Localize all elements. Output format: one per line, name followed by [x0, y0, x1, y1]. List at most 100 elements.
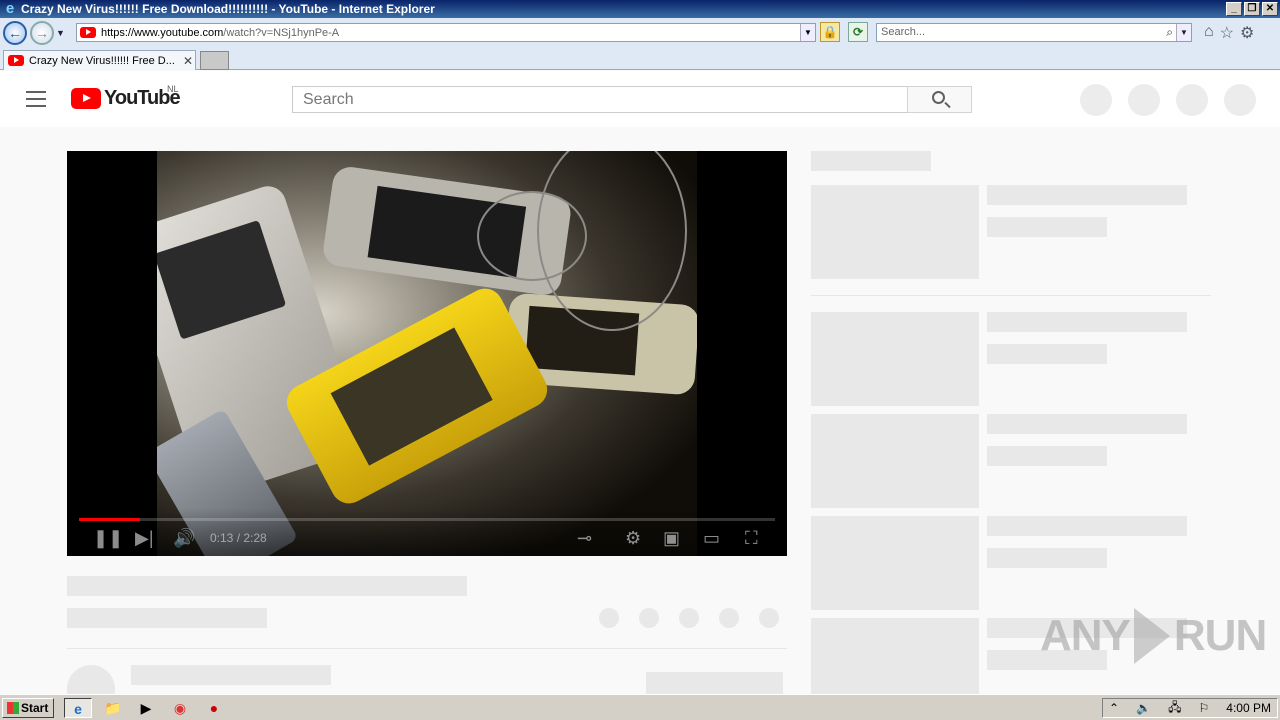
search-icon [932, 91, 945, 104]
start-button[interactable]: Start [2, 698, 54, 718]
action-placeholder [599, 608, 619, 628]
tab-close-icon[interactable]: ✕ [181, 54, 195, 68]
url-host: https://www.youtube.com [101, 26, 224, 39]
history-dropdown-icon[interactable]: ▼ [56, 28, 68, 38]
youtube-search-input[interactable]: Search [292, 86, 908, 113]
youtube-favicon-icon [8, 55, 24, 66]
action-placeholder [719, 608, 739, 628]
masthead-placeholder-button[interactable] [1176, 84, 1208, 116]
youtube-search-button[interactable] [907, 86, 972, 113]
masthead-placeholder-button[interactable] [1128, 84, 1160, 116]
address-dropdown-icon[interactable]: ▼ [800, 24, 815, 41]
close-button[interactable]: ✕ [1262, 2, 1278, 16]
youtube-play-logo-icon [71, 88, 101, 109]
search-dropdown-icon[interactable]: ▼ [1176, 24, 1191, 41]
suggested-meta-placeholder [987, 548, 1107, 568]
start-label: Start [21, 701, 49, 715]
new-tab-button[interactable] [200, 51, 229, 70]
browser-search-input[interactable]: Search... ⌕ ▼ [876, 23, 1192, 42]
tab-youtube-video[interactable]: Crazy New Virus!!!!!! Free D... ✕ [3, 50, 196, 70]
windows-taskbar: Start e 📁 ▶ ◉ ● ⌃ 🔈 🖧 ⚐ 4:00 PM [0, 694, 1280, 720]
suggested-thumbnail-placeholder [811, 185, 979, 279]
divider [811, 295, 1211, 296]
autoplay-toggle-icon[interactable]: ⊸ [577, 528, 592, 548]
window-title: Crazy New Virus!!!!!! Free Download!!!!!… [21, 2, 435, 16]
volume-icon[interactable]: 🔊 [173, 528, 195, 548]
back-button[interactable]: ← [3, 21, 27, 45]
watermark-play-icon [1133, 608, 1170, 664]
suggested-thumbnail-placeholder [811, 516, 979, 610]
flag-tray-icon[interactable]: ⚐ [1199, 701, 1210, 715]
suggested-title-placeholder [987, 312, 1187, 332]
suggested-thumbnail-placeholder [811, 312, 979, 406]
taskbar-internet-explorer-icon[interactable]: e [64, 698, 92, 718]
watermark-right-text: RUN [1173, 611, 1267, 660]
action-placeholder [759, 608, 779, 628]
refresh-icon[interactable]: ⟳ [848, 22, 868, 42]
next-icon[interactable]: ▶| [135, 528, 154, 548]
video-player[interactable]: ❚❚ ▶| 🔊 0:13 / 2:28 ⊸ ⚙ ▣ ▭ ⛶ [67, 151, 787, 556]
time-display: 0:13 / 2:28 [210, 531, 267, 545]
browser-search-placeholder: Search... [881, 26, 926, 38]
gear-icon[interactable]: ⚙ [1240, 23, 1254, 43]
address-bar[interactable]: https://www.youtube.com/watch?v=NSj1hynP… [76, 23, 816, 42]
action-placeholder [679, 608, 699, 628]
masthead-placeholder-button[interactable] [1224, 84, 1256, 116]
tab-title: Crazy New Virus!!!!!! Free D... [29, 54, 175, 67]
action-placeholder [639, 608, 659, 628]
browser-toolbar: ← → ▼ https://www.youtube.com/watch?v=NS… [0, 18, 1280, 48]
progress-fill [79, 518, 141, 521]
video-title-placeholder [67, 576, 467, 596]
fullscreen-icon[interactable]: ⛶ [745, 528, 758, 548]
magnifier-icon[interactable]: ⌕ [1166, 24, 1173, 41]
restore-button[interactable]: ❐ [1244, 2, 1260, 16]
up-next-label-placeholder [811, 151, 931, 171]
window-title-bar: e Crazy New Virus!!!!!! Free Download!!!… [0, 0, 1280, 18]
watermark-left-text: ANY [1040, 611, 1131, 660]
internet-explorer-icon: e [5, 0, 15, 17]
theater-mode-icon[interactable]: ▭ [703, 528, 720, 548]
suggested-thumbnail-placeholder [811, 414, 979, 508]
suggested-meta-placeholder [987, 217, 1107, 237]
volume-tray-icon[interactable]: 🔈 [1136, 701, 1151, 715]
anyrun-watermark: ANY RUN [1040, 608, 1267, 664]
progress-bar[interactable] [79, 518, 775, 521]
taskbar-media-player-icon[interactable]: ▶ [132, 698, 160, 718]
home-icon[interactable]: ⌂ [1204, 23, 1214, 43]
miniplayer-icon[interactable]: ▣ [663, 528, 680, 548]
suggested-title-placeholder [987, 414, 1187, 434]
youtube-favicon-icon [80, 27, 96, 38]
suggested-meta-placeholder [987, 344, 1107, 364]
player-controls: ❚❚ ▶| 🔊 0:13 / 2:28 ⊸ ⚙ ▣ ▭ ⛶ [67, 508, 787, 556]
settings-gear-icon[interactable]: ⚙ [625, 528, 641, 548]
taskbar-folder-icon[interactable]: 📁 [99, 698, 127, 718]
divider [67, 648, 787, 649]
video-frame [157, 151, 697, 556]
favorites-star-icon[interactable]: ☆ [1220, 23, 1234, 43]
lock-icon[interactable]: 🔒 [820, 22, 840, 42]
youtube-logo[interactable]: YouTube NL [71, 84, 181, 110]
network-tray-icon[interactable]: 🖧 [1168, 698, 1181, 719]
channel-name-placeholder [131, 665, 331, 685]
suggested-thumbnail-placeholder [811, 618, 979, 694]
youtube-masthead: YouTube NL Search [0, 71, 1280, 127]
tray-expand-icon[interactable]: ⌃ [1109, 701, 1119, 715]
minimize-button[interactable]: _ [1226, 2, 1242, 16]
suggested-title-placeholder [987, 185, 1187, 205]
subscribe-placeholder [646, 672, 783, 694]
clock[interactable]: 4:00 PM [1226, 701, 1271, 715]
pause-icon[interactable]: ❚❚ [93, 528, 123, 548]
url-path: /watch?v=NSj1hynPe-A [223, 26, 340, 39]
taskbar-opera-icon[interactable]: ● [200, 698, 228, 718]
masthead-placeholder-button[interactable] [1080, 84, 1112, 116]
suggested-meta-placeholder [987, 446, 1107, 466]
tab-bar: Crazy New Virus!!!!!! Free D... ✕ [0, 48, 1280, 70]
suggested-title-placeholder [987, 516, 1187, 536]
menu-icon[interactable] [26, 91, 46, 107]
windows-flag-icon [7, 702, 19, 714]
forward-button[interactable]: → [30, 21, 54, 45]
taskbar-chrome-icon[interactable]: ◉ [166, 698, 194, 718]
video-views-placeholder [67, 608, 267, 628]
logo-region-label: NL [167, 84, 179, 94]
system-tray: ⌃ 🔈 🖧 ⚐ 4:00 PM [1102, 698, 1278, 718]
